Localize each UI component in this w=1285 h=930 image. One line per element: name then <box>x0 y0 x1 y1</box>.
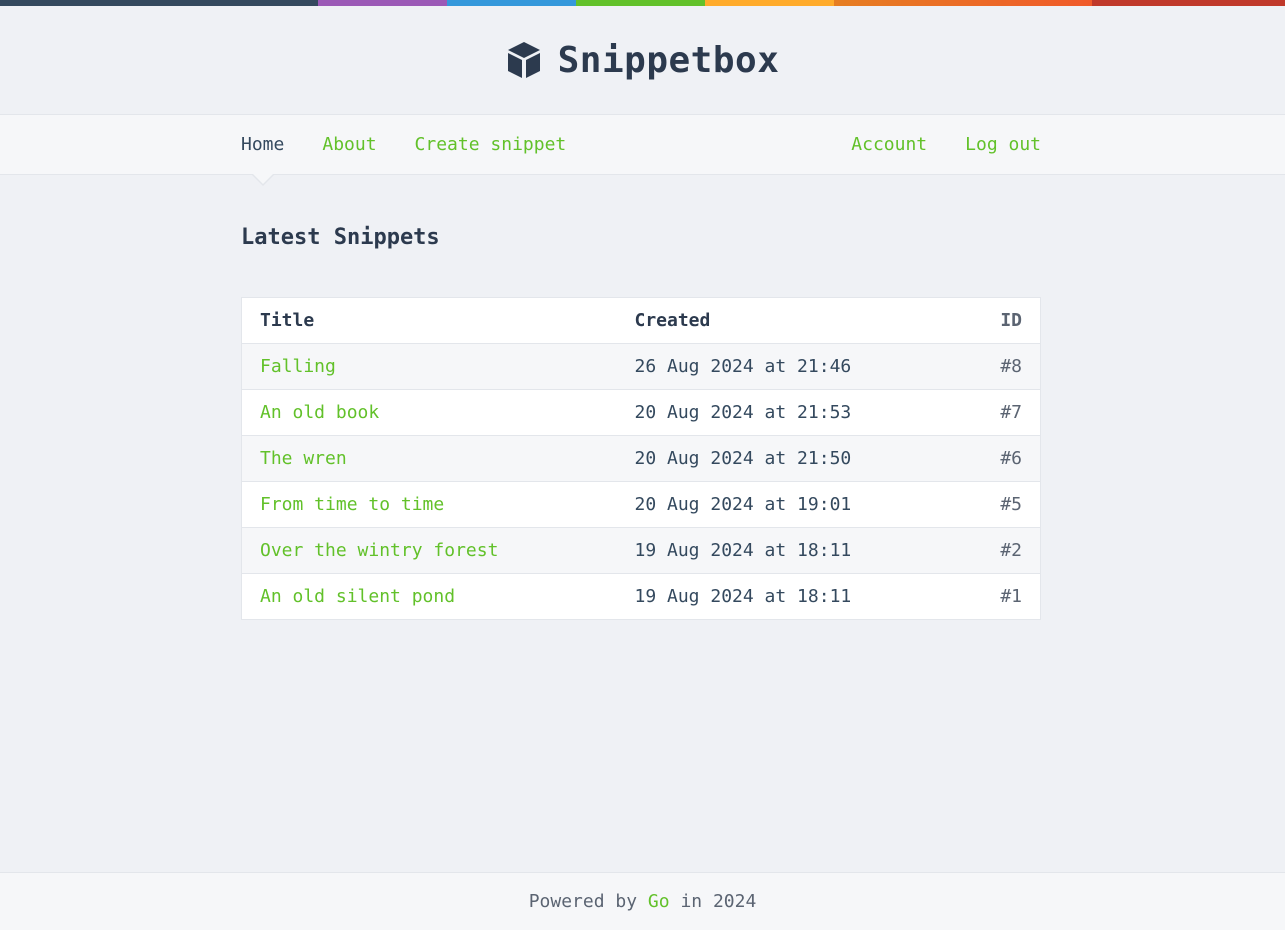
logout-button[interactable]: Log out <box>965 134 1041 155</box>
snippet-id: #7 <box>936 389 1041 436</box>
snippet-created: 19 Aug 2024 at 18:11 <box>634 586 852 607</box>
nav-right: Account Log out <box>851 134 1041 155</box>
nav-home-link[interactable]: Home <box>241 134 284 155</box>
nav-account-link[interactable]: Account <box>851 134 927 155</box>
snippets-table: Title Created ID Falling 26 Aug 2024 at … <box>241 297 1041 620</box>
page-title: Latest Snippets <box>241 225 440 250</box>
nav-left: Home About Create snippet <box>241 134 566 155</box>
column-header-created: Created <box>616 297 937 344</box>
snippet-title-link[interactable]: The wren <box>260 448 347 469</box>
snippet-created: 19 Aug 2024 at 18:11 <box>616 527 937 574</box>
snippet-id: #2 <box>936 527 1041 574</box>
table-header-row: Title Created ID <box>241 297 1041 344</box>
snippet-id: #6 <box>936 435 1041 482</box>
snippet-title-link[interactable]: From time to time <box>260 494 444 515</box>
main-nav: Home About Create snippet Account Log ou… <box>0 114 1285 175</box>
table-row: From time to time 20 Aug 2024 at 19:01 #… <box>241 481 1041 528</box>
snippet-id: #1 <box>1000 586 1022 607</box>
table-row: The wren 20 Aug 2024 at 21:50 #6 <box>241 435 1041 482</box>
table-row: Falling 26 Aug 2024 at 21:46 #8 <box>241 343 1041 390</box>
table-row: Over the wintry forest 19 Aug 2024 at 18… <box>241 527 1041 574</box>
nav-about-link[interactable]: About <box>322 134 376 155</box>
footer-suffix: in 2024 <box>680 891 757 912</box>
snippet-title-link[interactable]: Falling <box>260 356 336 377</box>
brand-name: Snippetbox <box>557 39 780 81</box>
table-row: An old silent pond 19 Aug 2024 at 18:11 … <box>241 573 1041 620</box>
main-content: Latest Snippets Title Created ID Falling… <box>241 175 1041 620</box>
brand-link[interactable]: Snippetbox <box>506 40 780 81</box>
nav-create-snippet-link[interactable]: Create snippet <box>415 134 567 155</box>
snippet-title-link[interactable]: An old book <box>260 402 379 423</box>
snippet-title-link[interactable]: Over the wintry forest <box>260 540 498 561</box>
cube-icon <box>506 41 542 79</box>
snippet-id: #5 <box>936 481 1041 528</box>
snippet-created: 26 Aug 2024 at 21:46 <box>616 343 937 390</box>
table-row: An old book 20 Aug 2024 at 21:53 #7 <box>241 389 1041 436</box>
footer-prefix: Powered by <box>528 891 638 912</box>
column-header-title: Title <box>241 297 617 344</box>
snippet-title-link[interactable]: An old silent pond <box>260 586 455 607</box>
site-footer: Powered by Go in 2024 <box>0 872 1285 930</box>
snippet-created: 20 Aug 2024 at 19:01 <box>616 481 937 528</box>
snippet-id: #8 <box>936 343 1041 390</box>
column-header-id: ID <box>936 297 1041 344</box>
site-header: Snippetbox <box>0 6 1285 114</box>
snippet-created: 20 Aug 2024 at 21:50 <box>616 435 937 482</box>
snippet-created: 20 Aug 2024 at 21:53 <box>616 389 937 436</box>
footer-go-link[interactable]: Go <box>648 891 670 912</box>
